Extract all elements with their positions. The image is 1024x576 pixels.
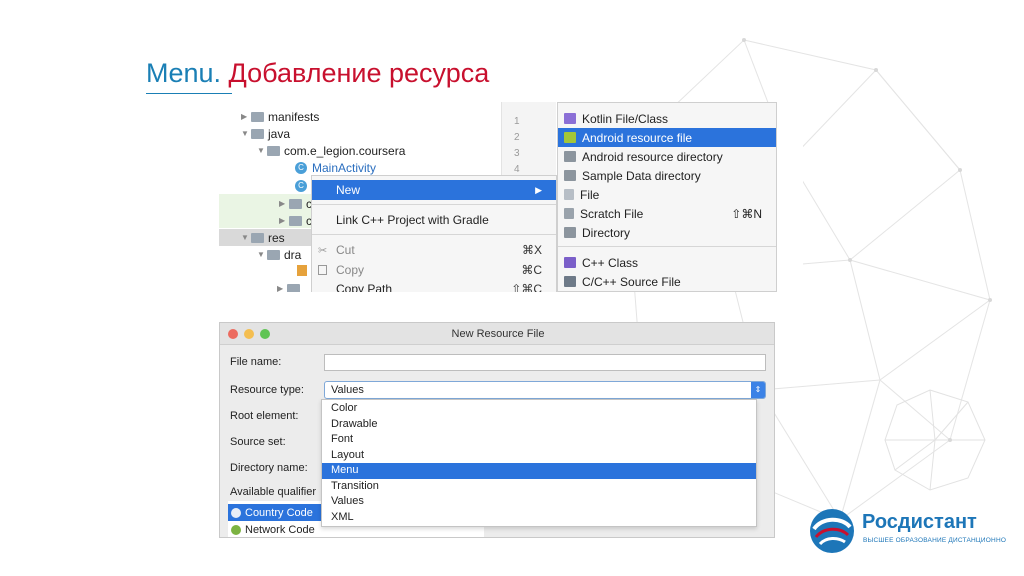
option-xml[interactable]: XML — [322, 510, 756, 526]
collapsed-arrow-icon[interactable]: ▶ — [277, 284, 287, 292]
line-number: 4 — [514, 164, 520, 175]
menu-item-copy-path[interactable]: Copy Path ⇧⌘C — [312, 279, 556, 292]
slide-title: Menu. Добавление ресурса — [146, 58, 489, 89]
title-underline — [146, 93, 232, 94]
line-number: 2 — [514, 132, 520, 143]
ide-screenshot: ▶ manifests ▼ java ▼ com.e_legion.course… — [219, 102, 803, 292]
package-icon — [267, 145, 280, 156]
scissors-icon: ✂ — [318, 244, 328, 257]
option-transition[interactable]: Transition — [322, 479, 756, 495]
menu-item-cpp-source-file[interactable]: C/C++ Source File — [558, 272, 776, 291]
resource-type-select[interactable]: Values ⇕ — [324, 381, 766, 399]
folder-icon — [564, 170, 576, 181]
resource-type-dropdown: Color Drawable Font Layout Menu Transiti… — [321, 399, 757, 527]
menu-item-directory[interactable]: Directory — [558, 223, 776, 242]
option-layout[interactable]: Layout — [322, 448, 756, 464]
new-submenu: Kotlin File/Class Android resource file … — [557, 102, 777, 292]
slide-title-text: Добавление ресурса — [221, 58, 490, 88]
class-icon: C — [295, 161, 307, 174]
file-name-label: File name: — [230, 356, 282, 368]
qualifier-network-code[interactable]: Network Code — [228, 521, 322, 537]
tree-row-res[interactable]: ▼ res — [241, 229, 285, 246]
cpp-class-icon — [564, 257, 576, 268]
option-font[interactable]: Font — [322, 432, 756, 448]
tree-row-drawable[interactable]: ▼ dra — [257, 246, 301, 263]
menu-item-cut[interactable]: ✂ Cut ⌘X — [312, 240, 556, 260]
folder-icon — [251, 128, 264, 139]
tree-row-folder[interactable]: ▶ — [277, 280, 304, 292]
tree-row-package[interactable]: ▼ com.e_legion.coursera — [257, 142, 405, 159]
menu-item-android-resource-file[interactable]: Android resource file — [558, 128, 776, 147]
tree-row-mainactivity[interactable]: C MainActivity — [295, 159, 376, 176]
menu-item-scratch-file[interactable]: Scratch File ⇧⌘N — [558, 204, 776, 223]
logo-tagline: ВЫСШЕЕ ОБРАЗОВАНИЕ ДИСТАНЦИОННО — [863, 537, 1007, 544]
class-icon: C — [295, 179, 307, 192]
xml-file-icon — [297, 265, 307, 276]
line-number: 3 — [514, 148, 520, 159]
option-drawable[interactable]: Drawable — [322, 417, 756, 433]
copy-icon — [318, 265, 327, 275]
context-menu: New ▶ Link C++ Project with Gradle ✂ Cut… — [311, 175, 557, 292]
folder-icon — [251, 232, 264, 243]
file-icon — [564, 189, 574, 200]
option-color[interactable]: Color — [322, 401, 756, 417]
line-number: 1 — [514, 116, 520, 127]
menu-item-new[interactable]: New ▶ — [312, 180, 556, 200]
tree-row-java[interactable]: ▼ java — [241, 125, 290, 142]
menu-item-cpp-class[interactable]: C++ Class — [558, 253, 776, 272]
tree-row-class[interactable]: C — [295, 177, 312, 194]
collapsed-arrow-icon[interactable]: ▶ — [241, 112, 251, 121]
menu-item-file[interactable]: File — [558, 185, 776, 204]
cpp-file-icon — [564, 276, 576, 287]
file-name-field[interactable] — [324, 354, 766, 371]
expanded-arrow-icon[interactable]: ▼ — [257, 146, 267, 155]
rosdistant-logo-icon — [810, 509, 854, 553]
menu-item-sample-data-directory[interactable]: Sample Data directory — [558, 166, 776, 185]
folder-icon — [287, 283, 300, 292]
chevron-updown-icon[interactable]: ⇕ — [751, 382, 765, 398]
tree-row-manifests[interactable]: ▶ manifests — [241, 108, 319, 125]
android-icon — [564, 132, 576, 143]
qualifier-country-code[interactable]: Country Code — [228, 504, 322, 521]
expanded-arrow-icon[interactable]: ▼ — [241, 233, 251, 242]
resource-type-value: Values — [331, 384, 364, 396]
menu-item-copy[interactable]: Copy ⌘C — [312, 260, 556, 280]
collapsed-arrow-icon[interactable]: ▶ — [279, 199, 289, 208]
menu-separator — [312, 234, 556, 235]
logo-name: Росдистант — [862, 511, 977, 533]
dialog-title: New Resource File — [451, 328, 545, 340]
kotlin-icon — [564, 113, 576, 124]
folder-icon — [267, 249, 280, 260]
dialog-titlebar: New Resource File — [220, 323, 774, 345]
package-icon — [289, 215, 302, 226]
new-resource-file-dialog: New Resource File File name: Resource ty… — [219, 322, 775, 538]
option-menu[interactable]: Menu — [322, 463, 756, 479]
folder-icon — [564, 151, 576, 162]
globe-icon — [231, 507, 241, 518]
menu-separator — [558, 246, 776, 247]
resource-type-label: Resource type: — [230, 384, 304, 396]
menu-item-android-resource-directory[interactable]: Android resource directory — [558, 147, 776, 166]
menu-separator — [312, 204, 556, 205]
collapsed-arrow-icon[interactable]: ▶ — [279, 216, 289, 225]
slide-title-prefix: Menu. — [146, 58, 222, 88]
source-set-label: Source set: — [230, 436, 286, 448]
package-icon — [289, 198, 302, 209]
option-values[interactable]: Values — [322, 494, 756, 510]
folder-icon — [251, 111, 264, 122]
folder-icon — [564, 227, 576, 238]
submenu-arrow-icon: ▶ — [535, 184, 542, 195]
menu-item-kotlin-file[interactable]: Kotlin File/Class — [558, 109, 776, 128]
scratch-icon — [564, 208, 574, 219]
expanded-arrow-icon[interactable]: ▼ — [257, 250, 267, 259]
available-qualifiers-label: Available qualifier — [230, 486, 317, 498]
root-element-label: Root element: — [230, 410, 299, 422]
expanded-arrow-icon[interactable]: ▼ — [241, 129, 251, 138]
menu-item-link-cpp[interactable]: Link C++ Project with Gradle — [312, 210, 556, 230]
directory-name-label: Directory name: — [230, 462, 308, 474]
network-icon — [231, 524, 241, 535]
